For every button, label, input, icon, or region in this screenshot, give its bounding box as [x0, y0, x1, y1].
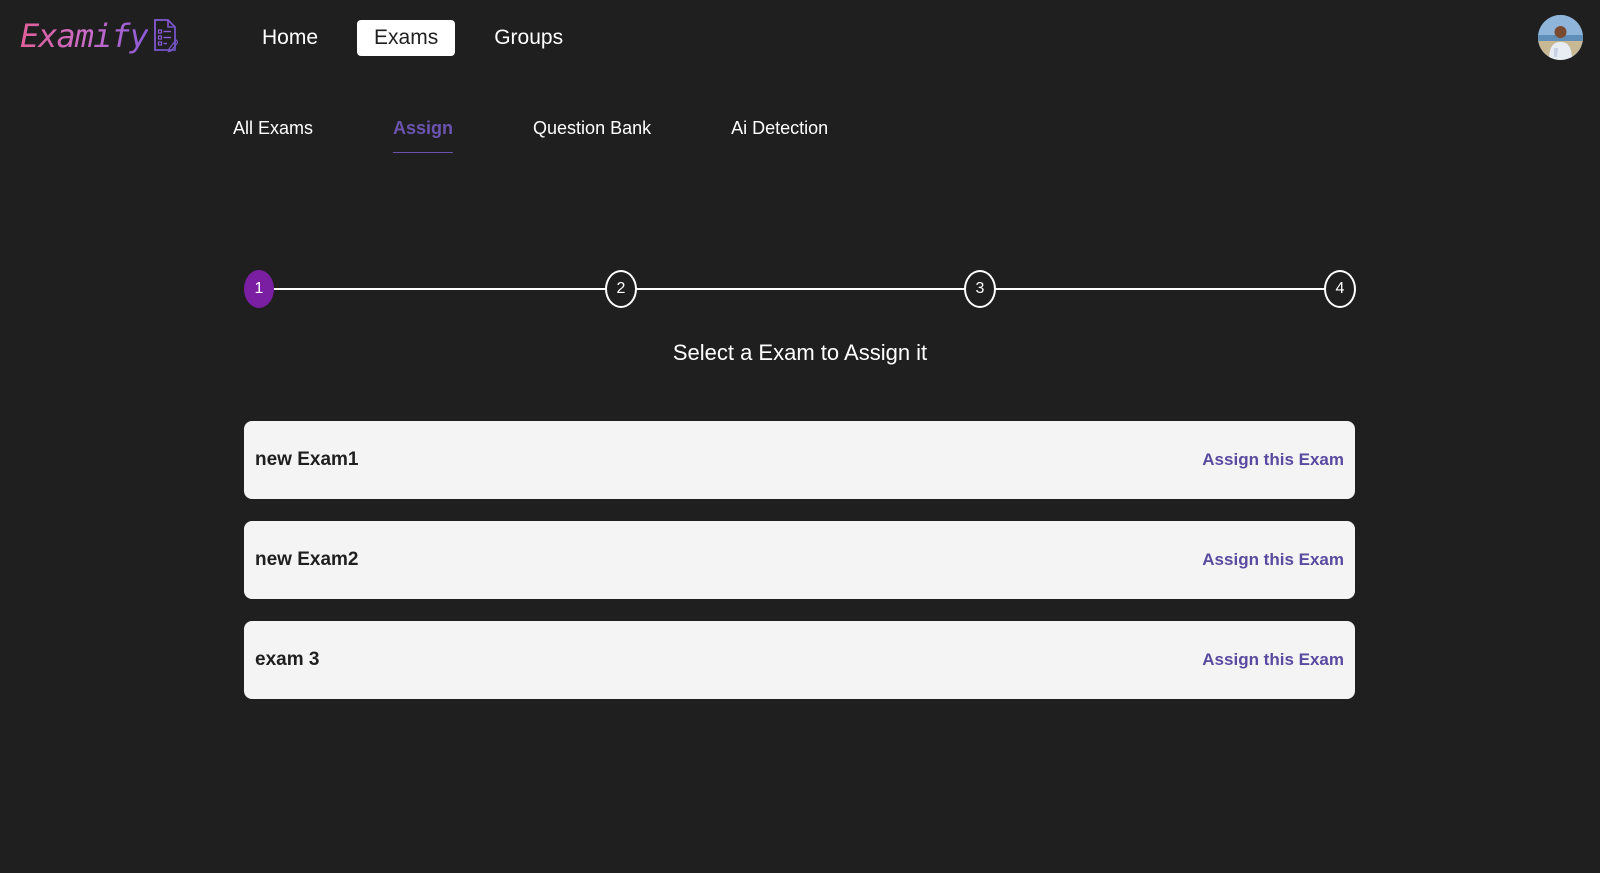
- tab-ai-detection[interactable]: Ai Detection: [731, 118, 828, 153]
- sub-tabs: All Exams Assign Question Bank Ai Detection: [233, 118, 908, 153]
- step-2: 2: [605, 270, 637, 308]
- stepper-line: [262, 288, 1337, 290]
- exam-name: new Exam2: [255, 549, 359, 570]
- exam-card: exam 3 Assign this Exam: [244, 621, 1355, 699]
- brand-name: Examify: [20, 17, 149, 55]
- assign-exam-button[interactable]: Assign this Exam: [1202, 650, 1344, 670]
- exam-card: new Exam2 Assign this Exam: [244, 521, 1355, 599]
- nav-item-exams[interactable]: Exams: [357, 20, 456, 56]
- step-4: 4: [1324, 270, 1356, 308]
- tab-assign[interactable]: Assign: [393, 118, 454, 153]
- step-1: 1: [244, 270, 274, 308]
- assign-exam-button[interactable]: Assign this Exam: [1202, 550, 1344, 570]
- exam-list: new Exam1 Assign this Exam new Exam2 Ass…: [244, 421, 1355, 721]
- tab-all-exams[interactable]: All Exams: [233, 118, 313, 153]
- step-caption: Select a Exam to Assign it: [672, 340, 928, 365]
- nav-item-home[interactable]: Home: [245, 20, 335, 56]
- assign-exam-button[interactable]: Assign this Exam: [1202, 450, 1344, 470]
- stepper: 1 2 3 4: [244, 270, 1356, 308]
- exam-name: new Exam1: [255, 449, 359, 470]
- exam-document-icon: [152, 18, 178, 54]
- user-avatar-image: [1538, 15, 1583, 60]
- exam-name: exam 3: [255, 649, 320, 670]
- top-bar: Examify Home Exams Groups: [0, 0, 1600, 76]
- avatar[interactable]: [1538, 15, 1583, 60]
- main-nav: Home Exams Groups: [245, 20, 602, 56]
- step-3: 3: [964, 270, 996, 308]
- exam-card: new Exam1 Assign this Exam: [244, 421, 1355, 499]
- tab-question-bank[interactable]: Question Bank: [533, 118, 651, 153]
- brand-logo[interactable]: Examify: [20, 14, 178, 58]
- nav-item-groups[interactable]: Groups: [477, 20, 580, 56]
